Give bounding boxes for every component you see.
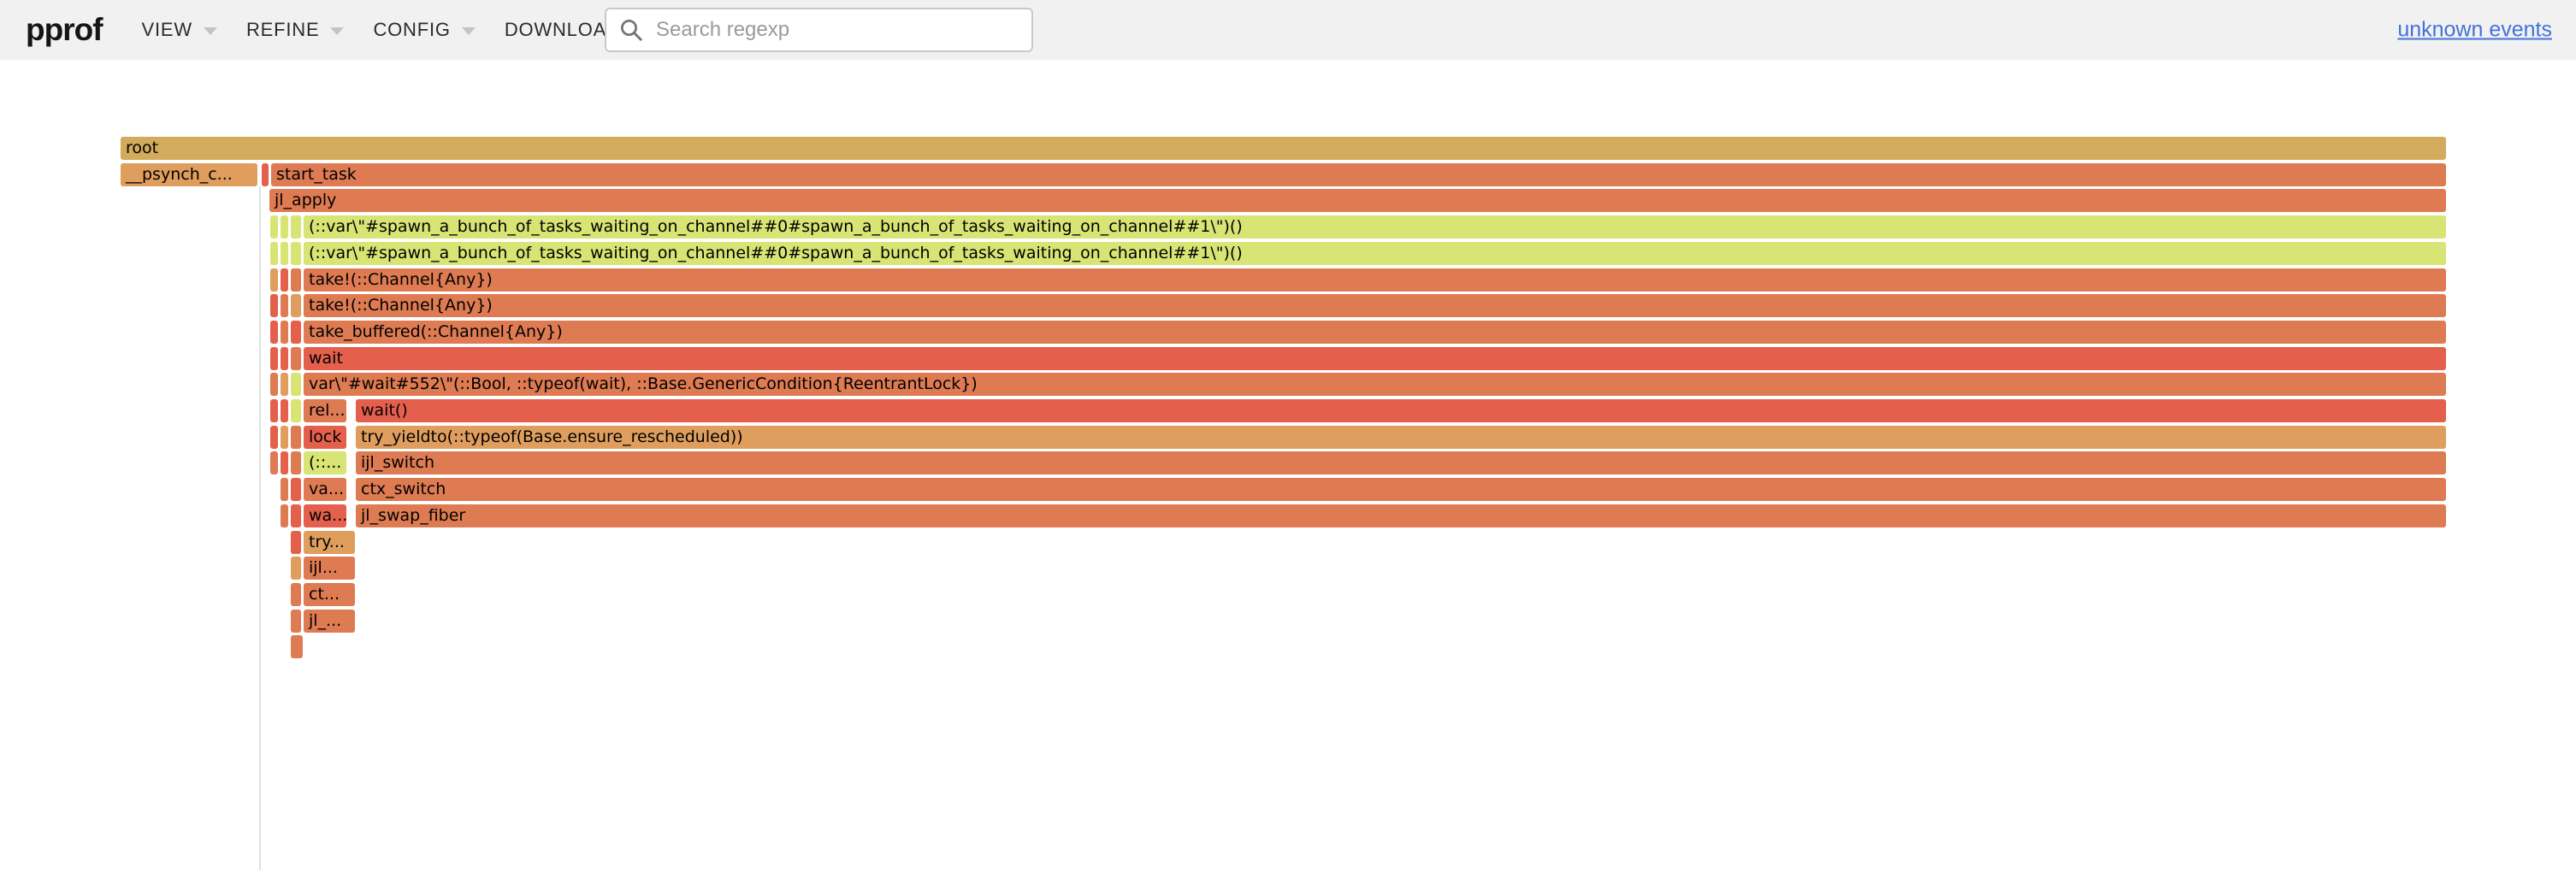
flame-frame[interactable]: take!(::Channel{Any}) xyxy=(304,268,2446,292)
flame-frame[interactable] xyxy=(281,373,288,396)
flamegraph: root__psynch_c... start_taskjl_apply(::va… xyxy=(0,0,2576,872)
flame-frame[interactable]: __psynch_c... xyxy=(121,163,257,186)
flame-frame[interactable] xyxy=(291,215,301,239)
flame-frame[interactable] xyxy=(291,426,301,449)
flame-frame[interactable] xyxy=(291,531,301,554)
flame-frame[interactable]: (::var\"#spawn_a_bunch_of_tasks_waiting_… xyxy=(304,242,2446,265)
flame-frame[interactable] xyxy=(262,163,269,186)
flame-frame[interactable] xyxy=(270,215,278,239)
flame-frame[interactable]: rel... xyxy=(304,399,346,422)
flame-frame[interactable] xyxy=(281,504,288,527)
flame-frame[interactable]: wait xyxy=(304,347,2446,370)
flame-frame[interactable]: try_yieldto(::typeof(Base.ensure_resched… xyxy=(356,426,2446,449)
flame-frame[interactable]: jl_... xyxy=(304,610,355,633)
flame-frame[interactable]: start_task xyxy=(271,163,2446,186)
vertical-guide-line xyxy=(259,186,261,870)
flame-frame[interactable] xyxy=(291,242,301,265)
flame-frame[interactable]: try... xyxy=(304,531,355,554)
flame-frame[interactable] xyxy=(291,610,301,633)
flame-frame[interactable] xyxy=(291,635,303,658)
flame-frame[interactable]: wait() xyxy=(356,399,2446,422)
flame-frame[interactable] xyxy=(281,294,288,317)
flame-frame[interactable] xyxy=(291,347,301,370)
flame-frame[interactable] xyxy=(291,399,301,422)
flame-frame[interactable]: ijl_switch xyxy=(356,451,2446,474)
flame-frame[interactable] xyxy=(291,321,301,344)
flame-frame[interactable] xyxy=(291,268,301,292)
flame-frame[interactable] xyxy=(291,373,301,396)
flame-frame[interactable] xyxy=(291,451,301,474)
flame-frame[interactable]: ct... xyxy=(304,583,355,606)
flame-frame[interactable] xyxy=(270,347,278,370)
flame-frame[interactable] xyxy=(270,294,278,317)
flame-frame[interactable]: take!(::Channel{Any}) xyxy=(304,294,2446,317)
flame-frame[interactable] xyxy=(291,557,301,580)
flame-frame[interactable] xyxy=(281,215,288,239)
flame-frame[interactable] xyxy=(291,504,301,527)
flame-frame[interactable]: lock xyxy=(304,426,346,449)
flame-frame[interactable]: va... xyxy=(304,478,346,501)
flame-frame[interactable]: root xyxy=(121,137,2446,160)
flame-frame[interactable] xyxy=(281,426,288,449)
flame-frame[interactable] xyxy=(270,399,278,422)
flame-frame[interactable] xyxy=(270,321,278,344)
flame-frame[interactable] xyxy=(270,426,278,449)
flame-frame[interactable] xyxy=(270,268,278,292)
flame-frame[interactable] xyxy=(281,399,288,422)
flame-frame[interactable]: var\"#wait#552\"(::Bool, ::typeof(wait),… xyxy=(304,373,2446,396)
flame-frame[interactable] xyxy=(291,478,301,501)
flame-frame[interactable] xyxy=(281,478,288,501)
flame-frame[interactable] xyxy=(281,451,288,474)
flame-frame[interactable]: take_buffered(::Channel{Any}) xyxy=(304,321,2446,344)
flame-frame[interactable] xyxy=(291,583,301,606)
flame-frame[interactable] xyxy=(281,242,288,265)
flame-frame[interactable]: wa... xyxy=(304,504,346,527)
flame-frame[interactable]: ctx_switch xyxy=(356,478,2446,501)
flame-frame[interactable] xyxy=(281,321,288,344)
flame-frame[interactable]: (::var\"#spawn_a_bunch_of_tasks_waiting_… xyxy=(304,215,2446,239)
flame-frame[interactable]: ijl... xyxy=(304,557,355,580)
flame-frame[interactable] xyxy=(281,268,288,292)
flame-frame[interactable] xyxy=(270,451,278,474)
flame-frame[interactable]: jl_apply xyxy=(269,189,2446,212)
flame-frame[interactable] xyxy=(270,242,278,265)
flame-frame[interactable]: (::... xyxy=(304,451,346,474)
flame-frame[interactable]: jl_swap_fiber xyxy=(356,504,2446,527)
flame-frame[interactable] xyxy=(281,347,288,370)
flame-frame[interactable] xyxy=(291,294,301,317)
flame-frame[interactable] xyxy=(270,373,278,396)
